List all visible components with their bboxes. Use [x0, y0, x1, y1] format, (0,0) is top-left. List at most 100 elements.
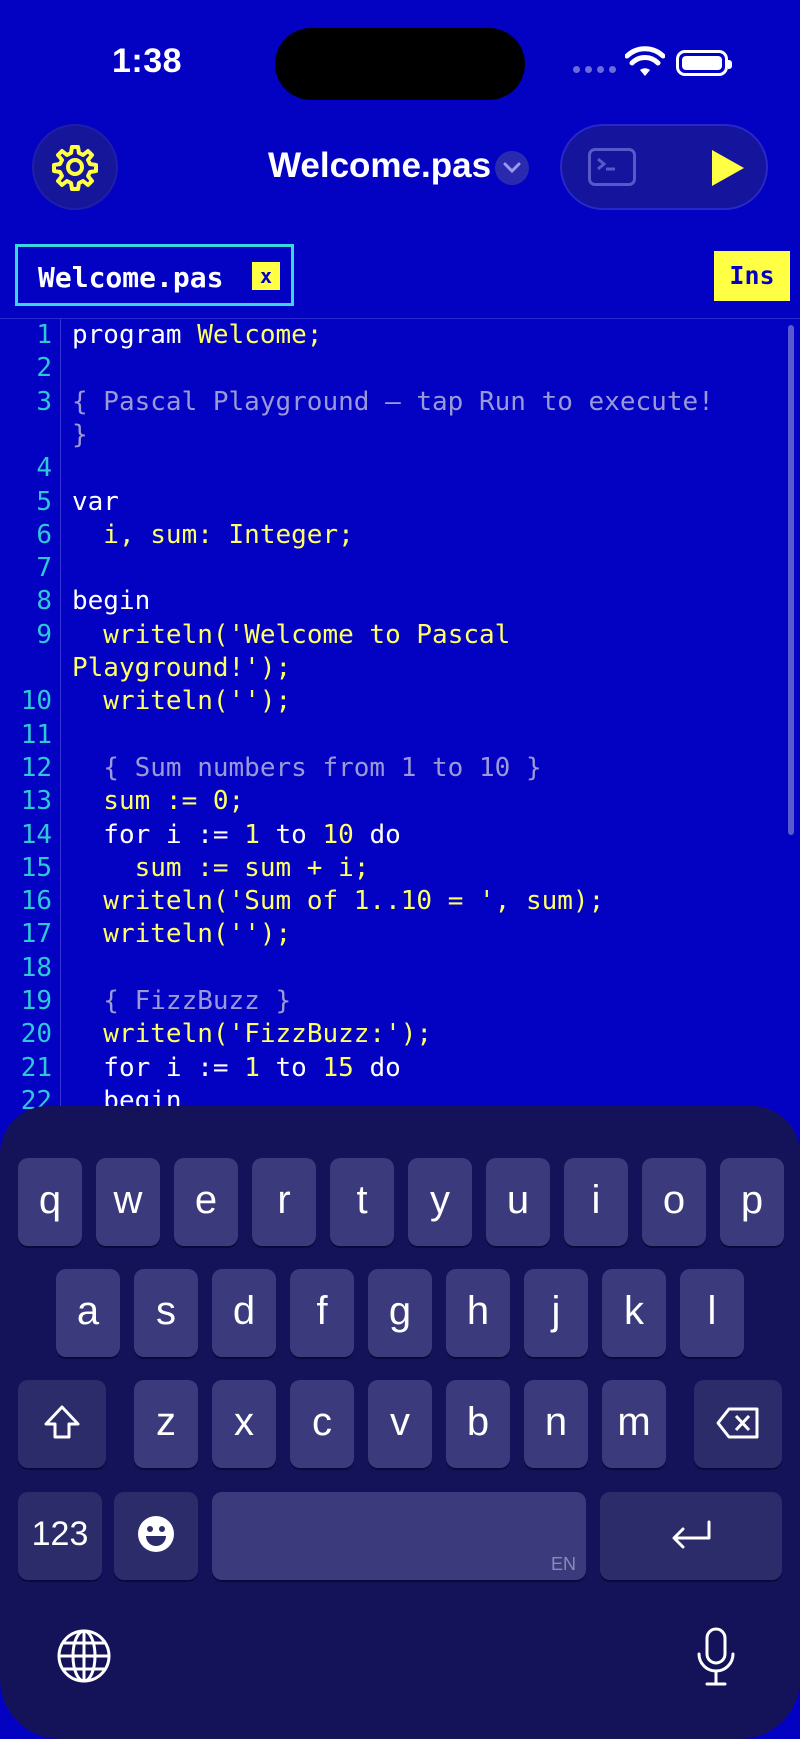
key-m[interactable]: m	[602, 1380, 666, 1468]
code-token: }	[72, 419, 88, 450]
line-number: 15	[20, 852, 52, 883]
gutter-divider	[60, 319, 61, 1109]
key-a[interactable]: a	[56, 1269, 120, 1357]
key-w[interactable]: w	[96, 1158, 160, 1246]
key-g[interactable]: g	[368, 1269, 432, 1357]
key-z[interactable]: z	[134, 1380, 198, 1468]
key-p[interactable]: p	[720, 1158, 784, 1246]
key-s[interactable]: s	[134, 1269, 198, 1357]
code-text: writeln('');	[72, 918, 291, 951]
line-number: 9	[36, 619, 52, 650]
return-key[interactable]	[600, 1492, 782, 1580]
code-token: begin	[72, 586, 151, 617]
wifi-icon	[625, 46, 665, 76]
code-token: 0	[212, 786, 229, 817]
code-text: Playground!');	[72, 652, 291, 685]
line-number: 18	[20, 952, 52, 983]
code-text: sum := sum + i;	[72, 852, 370, 885]
key-e[interactable]: e	[174, 1158, 238, 1246]
code-token: { Sum numbers from 1 to 10 }	[72, 752, 542, 783]
key-i[interactable]: i	[564, 1158, 628, 1246]
key-x[interactable]: x	[212, 1380, 276, 1468]
code-token: for	[72, 819, 166, 850]
code-token: 'FizzBuzz:'	[228, 1019, 401, 1050]
editor-scrollbar[interactable]	[788, 325, 794, 835]
keyboard-language-label: EN	[550, 1554, 576, 1574]
status-time: 1:38	[112, 42, 183, 80]
key-f[interactable]: f	[290, 1269, 354, 1357]
play-icon[interactable]	[710, 148, 746, 188]
key-j[interactable]: j	[524, 1269, 588, 1357]
on-screen-keyboard: 123 EN qwertyuiop asdfghjkl zxcvbnm	[0, 1106, 800, 1739]
code-text: sum := 0;	[72, 785, 244, 818]
code-token: writeln(	[72, 686, 229, 717]
code-token: );	[259, 686, 292, 717]
key-u[interactable]: u	[486, 1158, 550, 1246]
status-bar: 1:38	[0, 0, 800, 120]
code-token: writeln(	[72, 886, 229, 917]
run-controls	[560, 124, 768, 210]
numbers-key[interactable]: 123	[18, 1492, 102, 1580]
code-token: writeln(	[72, 619, 229, 650]
code-token: 1	[244, 819, 260, 850]
key-l[interactable]: l	[680, 1269, 744, 1357]
code-text: var	[72, 486, 119, 519]
code-text: begin	[72, 585, 150, 618]
code-text: }	[72, 419, 88, 452]
tab-welcome[interactable]: Welcome.pas x	[15, 244, 294, 306]
code-text: writeln('Sum of 1..10 = ', sum);	[72, 885, 604, 918]
code-text: for i := 1 to 15 do	[72, 1052, 400, 1085]
emoji-key[interactable]	[114, 1492, 198, 1580]
key-o[interactable]: o	[642, 1158, 706, 1246]
dynamic-island	[275, 28, 525, 100]
line-number: 3	[36, 386, 52, 417]
file-title[interactable]: Welcome.pas	[268, 146, 491, 186]
globe-icon[interactable]	[56, 1628, 112, 1684]
line-number: 2	[36, 353, 52, 384]
line-number: 21	[20, 1052, 52, 1083]
code-token: program	[72, 320, 198, 350]
code-text: writeln('');	[72, 685, 291, 718]
key-b[interactable]: b	[446, 1380, 510, 1468]
code-text: writeln('FizzBuzz:');	[72, 1018, 432, 1051]
key-n[interactable]: n	[524, 1380, 588, 1468]
settings-button[interactable]	[32, 124, 118, 210]
code-token: ''	[228, 919, 260, 950]
code-token: Playground!'	[72, 653, 260, 683]
battery-icon	[676, 50, 732, 76]
chevron-down-icon	[503, 162, 521, 174]
mic-icon[interactable]	[694, 1626, 738, 1688]
key-h[interactable]: h	[446, 1269, 510, 1357]
line-number: 17	[20, 919, 52, 950]
tab-close-button[interactable]: x	[252, 262, 280, 290]
key-c[interactable]: c	[290, 1380, 354, 1468]
return-icon	[672, 1520, 711, 1549]
tab-label: Welcome.pas	[38, 261, 224, 294]
file-menu-button[interactable]	[495, 151, 529, 185]
key-r[interactable]: r	[252, 1158, 316, 1246]
insert-mode-badge[interactable]: Ins	[714, 251, 790, 301]
key-t[interactable]: t	[330, 1158, 394, 1246]
code-token: );	[259, 919, 292, 950]
gear-icon	[52, 145, 98, 191]
key-y[interactable]: y	[408, 1158, 472, 1246]
key-v[interactable]: v	[368, 1380, 432, 1468]
code-token: i :=	[165, 1052, 245, 1083]
code-editor[interactable]: 1 program Welcome; 2 3 { Pascal Playground —…	[0, 319, 800, 1109]
line-number: 12	[20, 752, 52, 783]
code-text: { Pascal Playground — tap Run to execute…	[72, 386, 714, 419]
space-key[interactable]: EN	[212, 1492, 586, 1580]
tab-strip: Welcome.pas x	[0, 232, 800, 319]
terminal-button[interactable]	[588, 148, 636, 186]
key-k[interactable]: k	[602, 1269, 666, 1357]
key-q[interactable]: q	[18, 1158, 82, 1246]
shift-key[interactable]	[18, 1380, 106, 1468]
code-token: 'Welcome to Pascal	[228, 619, 511, 650]
line-number: 7	[36, 553, 52, 584]
line-number: 1	[36, 320, 52, 350]
delete-key[interactable]	[694, 1380, 782, 1468]
code-token: do	[353, 819, 401, 850]
code-token: ;	[228, 786, 245, 817]
line-number: 4	[36, 453, 52, 484]
key-d[interactable]: d	[212, 1269, 276, 1357]
